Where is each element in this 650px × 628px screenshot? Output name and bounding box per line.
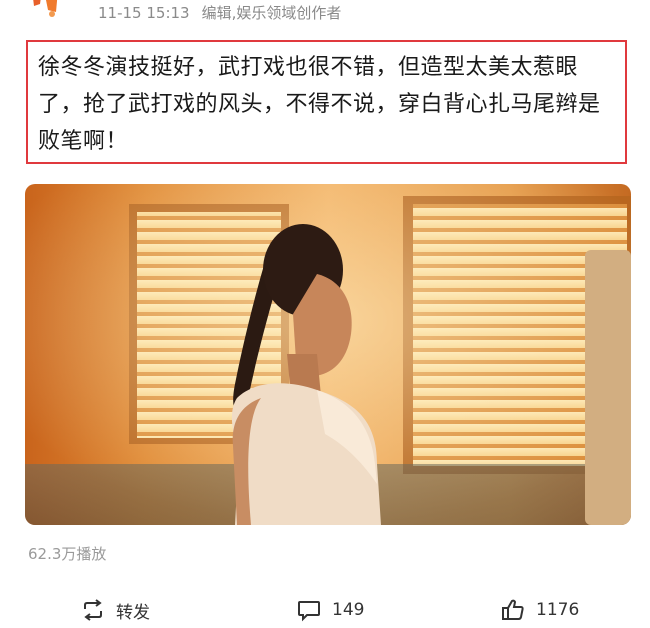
post-meta: 11-15 15:13 编辑,娱乐领域创作者 — [0, 0, 650, 28]
author-source: 编辑,娱乐领域创作者 — [201, 4, 342, 22]
timestamp: 11-15 15:13 — [98, 4, 190, 22]
post-meta-text: 11-15 15:13 编辑,娱乐领域创作者 — [98, 2, 341, 23]
comment-count: 149 — [332, 600, 365, 620]
avatar[interactable] — [28, 0, 80, 24]
action-bar: 转发 149 1176 — [0, 592, 650, 628]
repost-icon — [80, 597, 106, 623]
like-button[interactable]: 1176 — [500, 592, 579, 628]
thumbs-up-icon — [500, 597, 526, 623]
repost-button[interactable]: 转发 — [80, 592, 150, 628]
play-count: 62.3万播放 — [28, 545, 107, 563]
comment-button[interactable]: 149 — [296, 592, 364, 628]
comment-icon — [296, 597, 322, 623]
video-thumbnail[interactable] — [25, 184, 631, 525]
repost-label: 转发 — [116, 602, 150, 623]
post-body: 徐冬冬演技挺好，武打戏也很不错，但造型太美太惹眼了，抢了武打戏的风头，不得不说，… — [38, 55, 601, 154]
post-text-highlight: 徐冬冬演技挺好，武打戏也很不错，但造型太美太惹眼了，抢了武打戏的风头，不得不说，… — [26, 40, 627, 164]
like-count: 1176 — [536, 600, 580, 620]
